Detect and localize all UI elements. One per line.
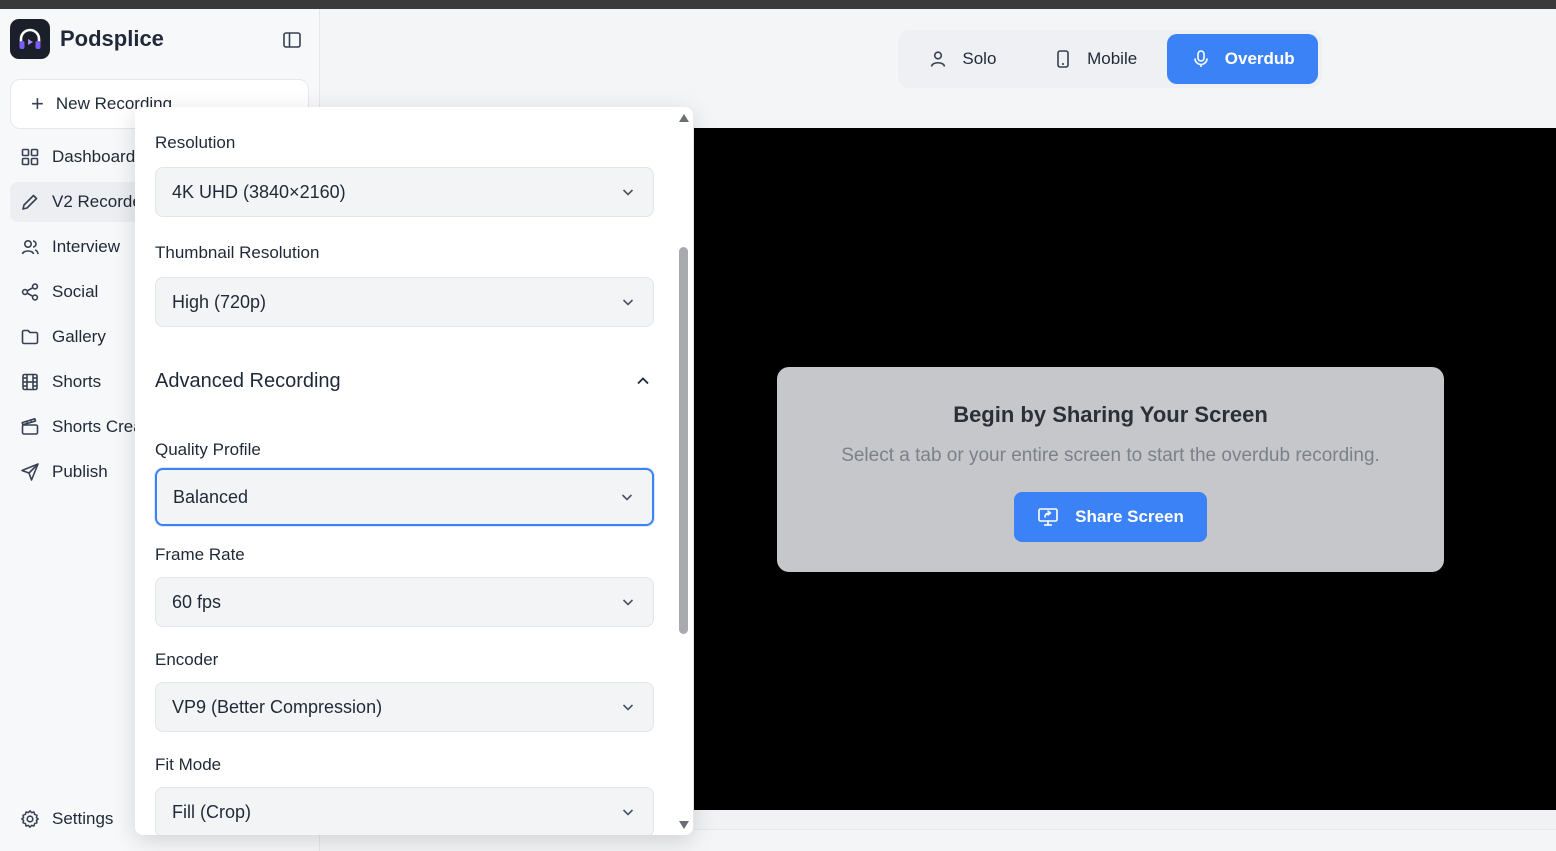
sidebar-item-label: V2 Recorder — [52, 192, 148, 211]
app-name: Podsplice — [60, 26, 164, 51]
thumbnail-resolution-value: High (720p) — [172, 291, 267, 312]
recording-mode-selector: Solo Mobile Overdub — [898, 30, 1322, 88]
send-icon — [21, 463, 39, 481]
fit-mode-label: Fit Mode — [155, 755, 222, 774]
quality-profile-select[interactable]: Balanced — [155, 468, 654, 526]
chevron-down-icon — [622, 189, 634, 196]
thumbnail-resolution-select[interactable]: High (720p) — [155, 277, 654, 327]
mode-mobile-label: Mobile — [1087, 49, 1138, 68]
frame-rate-label: Frame Rate — [155, 545, 245, 564]
resolution-label: Resolution — [155, 133, 236, 152]
window-top-bar — [0, 0, 1556, 9]
chevron-down-icon — [622, 809, 634, 816]
pencil-icon — [22, 194, 38, 210]
sidebar-toggle-icon[interactable] — [280, 28, 304, 52]
share-screen-label: Share Screen — [1075, 507, 1184, 526]
thumbnail-resolution-label: Thumbnail Resolution — [155, 243, 320, 262]
headphones-logo-icon — [10, 19, 50, 59]
chevron-down-icon — [622, 299, 634, 306]
share-title: Begin by Sharing Your Screen — [953, 402, 1268, 427]
film-icon — [22, 373, 38, 391]
scroll-up-arrow-icon[interactable] — [678, 113, 690, 123]
fit-mode-value: Fill (Crop) — [172, 801, 251, 822]
encoder-label: Encoder — [155, 650, 219, 669]
brand[interactable]: Podsplice — [10, 19, 164, 59]
settings-label: Settings — [52, 809, 114, 828]
chevron-down-icon — [621, 494, 633, 501]
frame-rate-select[interactable]: 60 fps — [155, 577, 654, 627]
share-screen-card: Begin by Sharing Your Screen Select a ta… — [777, 367, 1444, 572]
resolution-value: 4K UHD (3840×2160) — [172, 181, 346, 202]
share-icon — [21, 283, 39, 301]
microphone-icon — [1193, 50, 1208, 67]
scrollbar-thumb[interactable] — [679, 247, 688, 634]
screen-share-icon — [1038, 508, 1058, 526]
chevron-down-icon — [622, 599, 634, 606]
resolution-select[interactable]: 4K UHD (3840×2160) — [155, 167, 654, 217]
mode-overdub-label: Overdub — [1224, 49, 1295, 68]
sidebar-item-label: Publish — [52, 462, 108, 481]
sidebar-item-label: Dashboard — [52, 147, 136, 166]
frame-rate-value: 60 fps — [172, 591, 222, 612]
mode-mobile-button[interactable]: Mobile — [1027, 34, 1164, 84]
settings-button[interactable]: Settings — [20, 809, 113, 829]
scroll-down-arrow-icon[interactable] — [678, 820, 690, 830]
mode-solo-label: Solo — [962, 49, 997, 68]
recording-settings-panel: Resolution 4K UHD (3840×2160) Thumbnail … — [135, 107, 693, 835]
quality-profile-label: Quality Profile — [155, 440, 261, 459]
folder-icon — [21, 329, 39, 345]
grid-icon — [21, 148, 39, 166]
mode-overdub-button[interactable]: Overdub — [1167, 34, 1318, 84]
encoder-value: VP9 (Better Compression) — [172, 696, 383, 717]
sidebar-item-label: Social — [52, 282, 99, 301]
users-icon — [21, 239, 39, 255]
fit-mode-select[interactable]: Fill (Crop) — [155, 787, 654, 835]
chevron-up-icon[interactable] — [635, 373, 651, 389]
user-icon — [931, 51, 946, 67]
share-subtitle: Select a tab or your entire screen to st… — [841, 445, 1380, 466]
sidebar-item-label: Interview — [52, 237, 121, 256]
share-screen-button[interactable]: Share Screen — [1014, 492, 1207, 542]
phone-icon — [1057, 50, 1069, 68]
clapperboard-icon — [21, 418, 39, 435]
stage-footer — [694, 810, 1556, 830]
sidebar-item-label: Shorts — [52, 372, 102, 391]
encoder-select[interactable]: VP9 (Better Compression) — [155, 682, 654, 732]
mode-solo-button[interactable]: Solo — [902, 34, 1023, 84]
sidebar-item-label: Gallery — [52, 327, 106, 346]
advanced-recording-toggle[interactable]: Advanced Recording — [155, 370, 341, 393]
plus-icon: + — [31, 91, 44, 116]
quality-profile-value: Balanced — [173, 486, 249, 507]
gear-icon — [21, 810, 39, 828]
chevron-down-icon — [622, 704, 634, 711]
